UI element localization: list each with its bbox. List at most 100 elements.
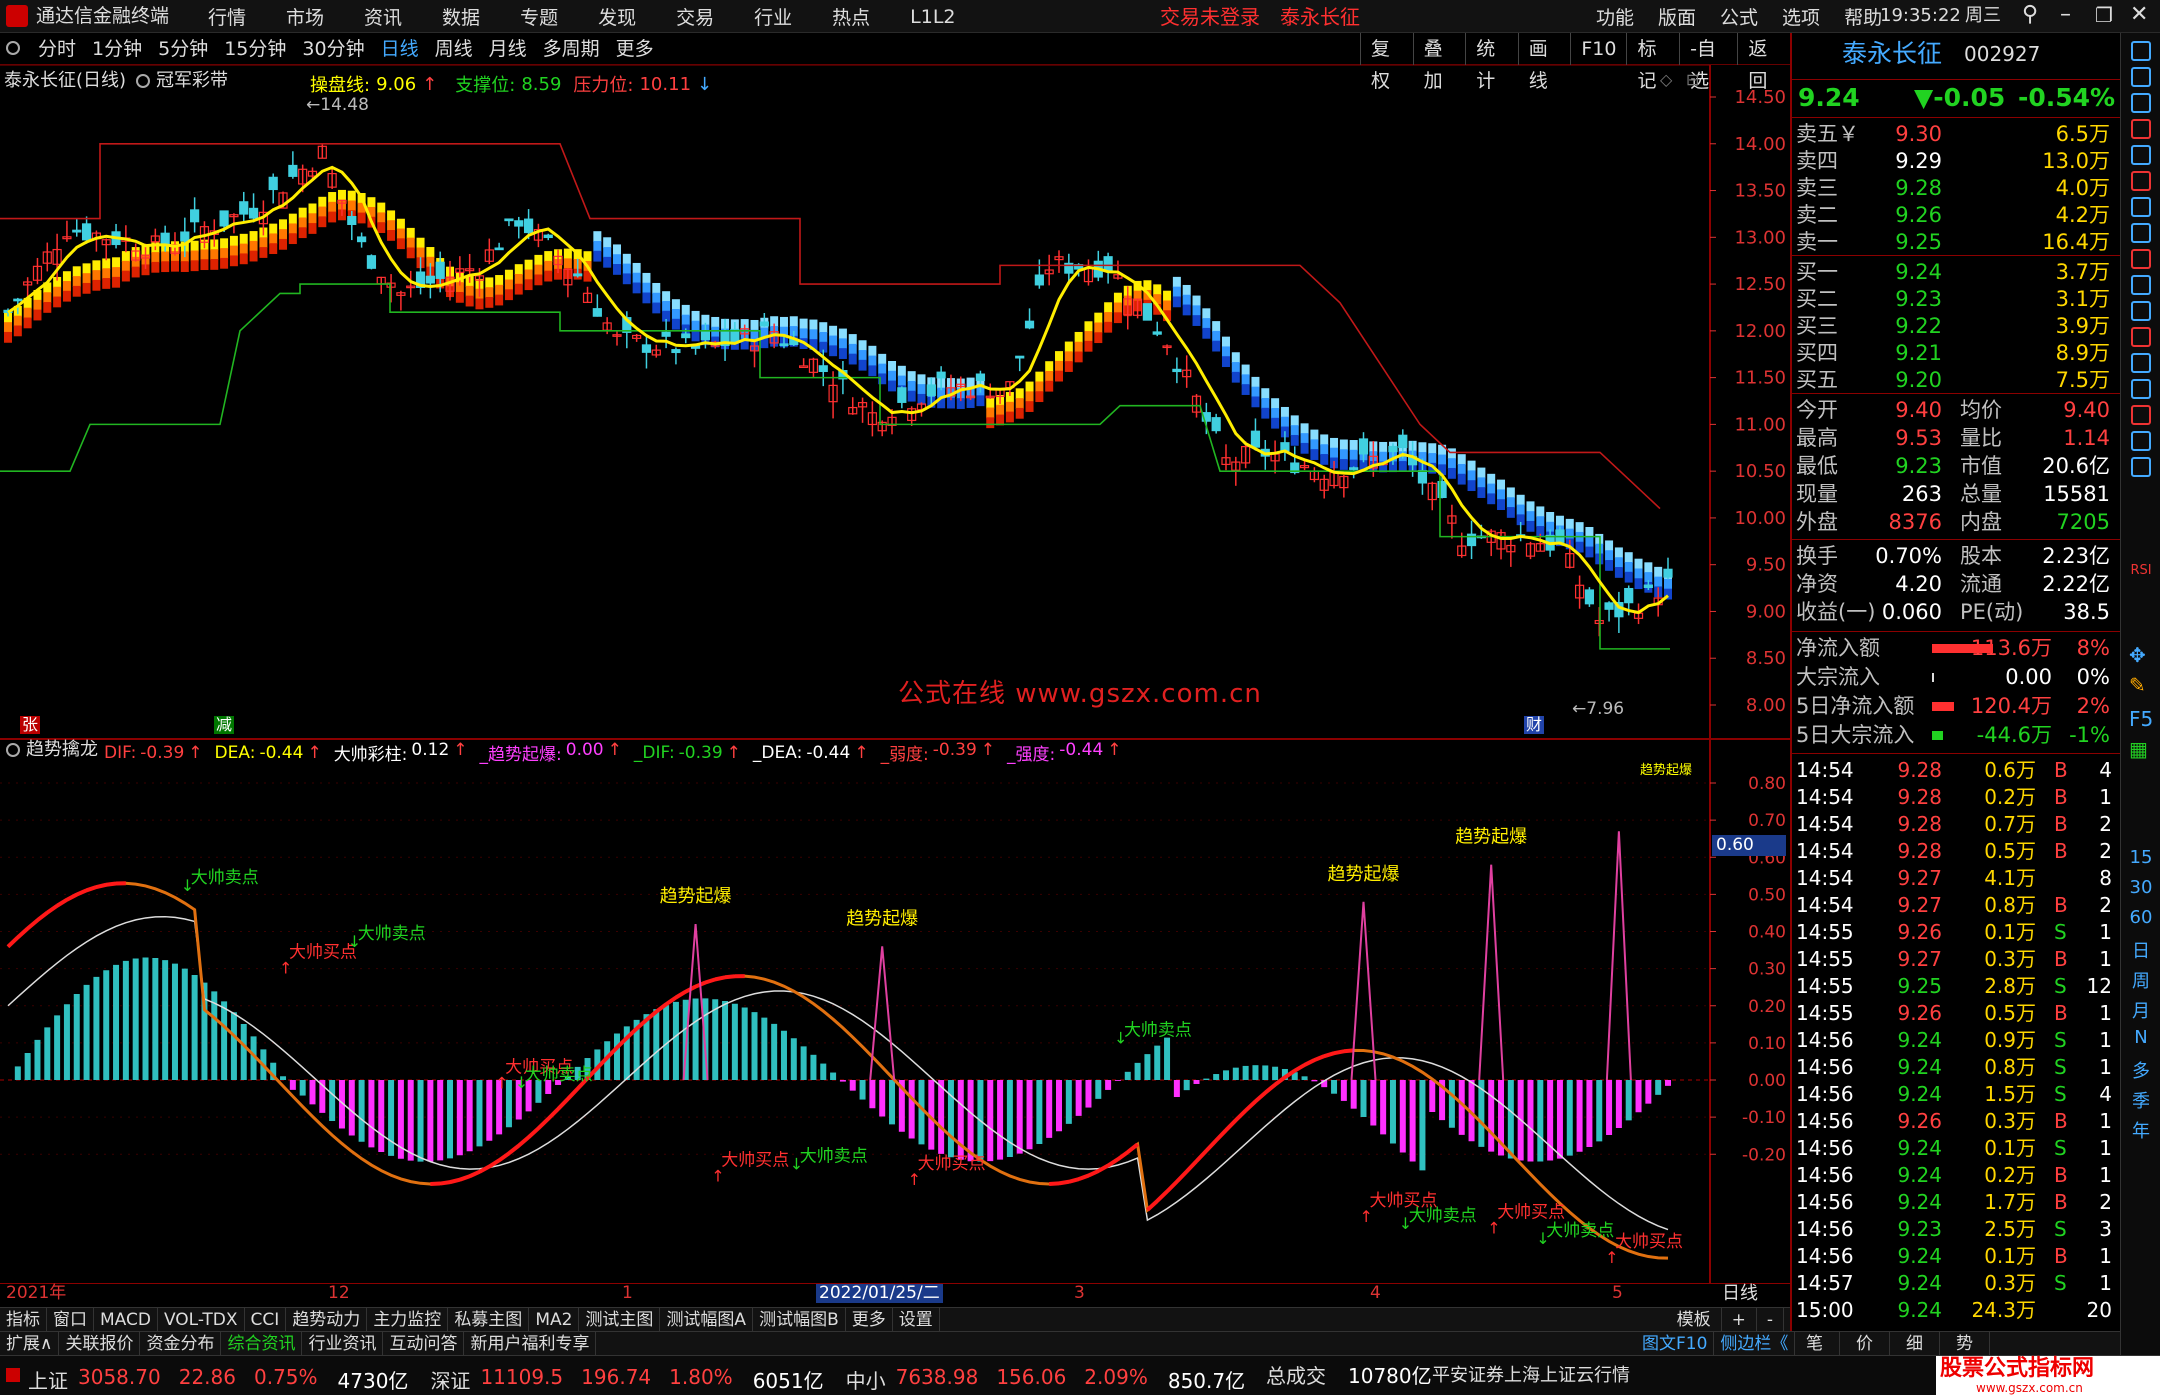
menu-item[interactable]: 资讯 (364, 3, 402, 30)
period-tab[interactable]: 30分钟 (294, 33, 372, 65)
pin-icon[interactable]: ⚲ (2022, 4, 2038, 26)
chart-tool-button[interactable]: F10 (1570, 33, 1626, 65)
info-tab[interactable]: 关联报价 (59, 1331, 141, 1356)
side-period-button[interactable]: 多 (2121, 1057, 2160, 1083)
right-menu-item[interactable]: 帮助 (1844, 3, 1882, 30)
indicator-tab[interactable]: 主力监控 (367, 1307, 449, 1332)
chart-tool-button[interactable]: 复权 (1360, 33, 1413, 92)
menu-item[interactable]: 行业 (754, 3, 792, 30)
restore-icon[interactable]: ❐ (2095, 5, 2113, 25)
page-icon[interactable] (2131, 327, 2151, 347)
period-tab[interactable]: 日线 (373, 33, 427, 65)
bar-chart-icon[interactable] (2131, 223, 2151, 243)
indicator-tab[interactable]: 测试幅图B (753, 1307, 846, 1332)
quote-tab[interactable]: 笔 (1790, 1332, 1840, 1356)
quote-tab[interactable]: 价 (1840, 1332, 1890, 1356)
green-grid-icon[interactable]: ▦ (2129, 737, 2148, 761)
stock-tab[interactable]: 泰永长征 (1280, 7, 1360, 27)
chart-tool-button[interactable]: -自选 (1679, 33, 1737, 92)
right-menu-item[interactable]: 功能 (1596, 3, 1634, 30)
down-arrow-icon[interactable] (2131, 93, 2151, 113)
period-tab[interactable]: 1分钟 (84, 33, 150, 65)
right-menu-item[interactable]: 公式 (1720, 3, 1758, 30)
menu-item[interactable]: 数据 (442, 3, 480, 30)
chart-tool-button[interactable]: 叠加 (1412, 33, 1466, 92)
info-tab-right-button[interactable]: 侧边栏《 (1714, 1332, 1796, 1356)
indicator-tab[interactable]: 更多 (846, 1307, 893, 1332)
side-period-button[interactable]: 30 (2121, 877, 2160, 898)
main-settings-icon[interactable] (136, 74, 150, 88)
menu-item[interactable]: 行情 (208, 3, 246, 30)
info-tab-right-button[interactable]: 图文F10 (1636, 1332, 1715, 1356)
menu-item[interactable]: L1L2 (910, 6, 955, 28)
window-icon[interactable] (2131, 353, 2151, 373)
info-tab[interactable]: 扩展∧ (0, 1331, 60, 1356)
marker-cai[interactable]: 财 (1524, 716, 1545, 734)
minimize-icon[interactable]: – (2060, 4, 2071, 26)
indicator-tab[interactable]: CCI (245, 1307, 287, 1332)
layout-icon[interactable] (2131, 275, 2151, 295)
indicator-tab[interactable]: 指标 (0, 1307, 47, 1332)
period-tab[interactable]: 周线 (427, 33, 481, 65)
period-tab[interactable]: 5分钟 (150, 33, 216, 65)
side-period-button[interactable]: RSI (2121, 563, 2160, 578)
screen-icon[interactable] (2131, 431, 2151, 451)
up-arrow-icon[interactable] (2131, 67, 2151, 87)
menu-item[interactable]: 专题 (520, 3, 558, 30)
list-icon[interactable] (2131, 145, 2151, 165)
right-menu-item[interactable]: 版面 (1658, 3, 1696, 30)
side-period-button[interactable]: 15 (2121, 847, 2160, 868)
right-menu-item[interactable]: 选项 (1782, 3, 1820, 30)
marker-zhang[interactable]: 张 (20, 716, 41, 734)
f10-icon[interactable] (2131, 301, 2151, 321)
side-period-button[interactable]: 周 (2121, 967, 2160, 993)
chart-tool-button[interactable]: 返回 (1737, 33, 1790, 92)
indicator-tab-right-button[interactable]: - (1757, 1308, 1784, 1332)
index-item[interactable]: 深证 11109.5 196.74 1.80% 6051亿 (430, 1365, 823, 1394)
indicator-tab-right-button[interactable]: + (1722, 1308, 1757, 1332)
clock-icon[interactable] (2131, 457, 2151, 477)
info-tab[interactable]: 互动问答 (383, 1331, 465, 1356)
indicator-tab[interactable]: 测试主图 (579, 1307, 661, 1332)
pen-icon[interactable]: ✎ (2129, 673, 2146, 697)
side-period-button[interactable]: N (2121, 1027, 2160, 1048)
fs-icon[interactable]: F5 (2129, 707, 2153, 731)
candle-icon[interactable] (2131, 249, 2151, 269)
menu-item[interactable]: 热点 (832, 3, 870, 30)
side-period-button[interactable]: 月 (2121, 997, 2160, 1023)
main-indicator-label[interactable]: 冠军彩带 (156, 72, 228, 90)
period-menu-icon[interactable] (6, 41, 20, 55)
period-tab[interactable]: 多周期 (535, 33, 608, 65)
chart-tool-button[interactable]: 标记 (1626, 33, 1679, 92)
table-icon[interactable] (2131, 197, 2151, 217)
period-tab[interactable]: 15分钟 (216, 33, 294, 65)
indicator-tab[interactable]: MACD (94, 1307, 158, 1332)
quote-tab[interactable]: 细 (1890, 1332, 1940, 1356)
indicator-tab[interactable]: 测试幅图A (660, 1307, 754, 1332)
indicator-tab[interactable]: VOL-TDX (158, 1307, 245, 1332)
marker-jian[interactable]: 减 (214, 716, 235, 734)
side-period-button[interactable]: 季 (2121, 1087, 2160, 1113)
indicator-tab[interactable]: 趋势动力 (286, 1307, 368, 1332)
sub-indicator-name[interactable]: 趋势擒龙 (26, 741, 98, 759)
minus-icon[interactable]: ⊟ (1686, 72, 1699, 88)
info-tab[interactable]: 行业资讯 (302, 1331, 384, 1356)
indicator-tab-right-button[interactable]: 模板 (1667, 1308, 1722, 1332)
chart-tool-button[interactable]: 画线 (1517, 33, 1571, 92)
side-period-button[interactable]: 60 (2121, 907, 2160, 928)
diamond-icon[interactable]: ◇ (1660, 72, 1672, 88)
menu-item[interactable]: 市场 (286, 3, 324, 30)
close-icon[interactable]: ✕ (2130, 4, 2148, 26)
indicator-tab[interactable]: MA2 (529, 1307, 580, 1332)
indicator-tab[interactable]: 私募主图 (448, 1307, 530, 1332)
period-tab[interactable]: 分时 (30, 33, 84, 65)
period-tab[interactable]: 更多 (608, 33, 662, 65)
indicator-tab[interactable]: 设置 (893, 1307, 940, 1332)
kline-chart[interactable]: 14.50 14.00 13.50 13.00 12.50 12.00 11.50 11.00… (0, 65, 1790, 1290)
menu-item[interactable]: 发现 (598, 3, 636, 30)
side-period-button[interactable]: 年 (2121, 1117, 2160, 1143)
info-tab[interactable]: 综合资讯 (221, 1331, 303, 1356)
indicator-tab[interactable]: 窗口 (47, 1307, 94, 1332)
info-tab[interactable]: 资金分布 (140, 1331, 222, 1356)
index-item[interactable]: 上证 3058.70 22.86 0.75% 4730亿 (28, 1365, 408, 1394)
